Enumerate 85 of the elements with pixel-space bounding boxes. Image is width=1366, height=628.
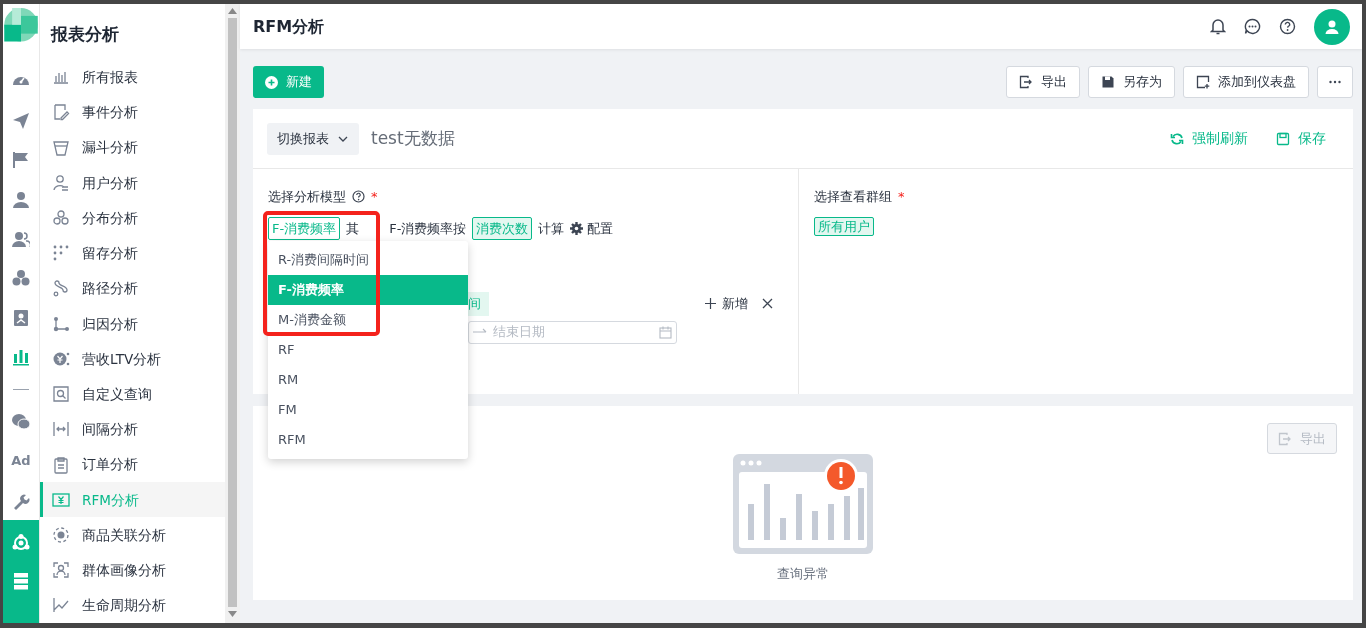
network-icon <box>52 525 70 544</box>
users-icon[interactable] <box>12 230 30 248</box>
save-icon <box>1101 75 1115 89</box>
sidebar-item[interactable]: 订单分析 <box>40 446 225 483</box>
arrows-icon <box>52 420 70 439</box>
field-label: 选择查看群组 <box>814 188 892 206</box>
sidebar-item[interactable]: 所有报表 <box>40 59 225 95</box>
dropdown-option[interactable]: RM <box>268 365 468 395</box>
wechat-icon[interactable] <box>12 412 30 431</box>
sidebar-item[interactable]: 路径分析 <box>40 270 225 307</box>
user-icon <box>52 173 70 192</box>
user-avatar[interactable] <box>1314 8 1350 45</box>
calendar-icon <box>659 325 672 339</box>
sidebar-item[interactable]: 商品关联分析 <box>40 517 225 553</box>
sidebar-item[interactable]: 用户分析 <box>40 165 225 201</box>
save-as-button[interactable]: 另存为 <box>1088 66 1175 98</box>
bar-chart-icon[interactable] <box>12 348 30 367</box>
sidebar-item[interactable]: 营收LTV分析 <box>40 341 225 377</box>
sidebar-item[interactable]: 分布分析 <box>40 200 225 236</box>
add-link[interactable]: 新增 <box>705 294 748 314</box>
sidebar-item[interactable]: 群体画像分析 <box>40 552 225 588</box>
required-mark: * <box>898 188 905 206</box>
flag-icon[interactable] <box>12 151 30 170</box>
path-icon <box>52 279 70 298</box>
circles-icon <box>52 209 70 227</box>
dropdown-option[interactable]: FM <box>268 395 468 425</box>
server-icon[interactable] <box>12 572 30 591</box>
funnel-icon <box>52 138 70 157</box>
edit-icon <box>52 103 70 122</box>
add-to-dashboard-button[interactable]: 添加到仪表盘 <box>1183 66 1309 98</box>
sidebar-item[interactable]: 漏斗分析 <box>40 129 225 166</box>
sidebar-item[interactable]: 归因分析 <box>40 306 225 342</box>
arrow-right-icon <box>473 328 487 336</box>
page-title: RFM分析 <box>253 15 325 38</box>
clipboard-icon <box>52 455 70 474</box>
search-icon <box>52 385 70 404</box>
bell-icon[interactable] <box>1210 18 1226 35</box>
sidebar-item[interactable]: 事件分析 <box>40 94 225 130</box>
report-name: test无数据 <box>371 126 455 150</box>
money-icon <box>52 490 70 509</box>
dropdown-option[interactable]: RFM <box>268 425 468 455</box>
ad-nav-label[interactable]: Ad <box>11 451 31 471</box>
dropdown-option[interactable]: M-消费金额 <box>268 305 468 335</box>
bookmark-icon[interactable] <box>12 308 30 327</box>
refresh-icon <box>1170 131 1184 146</box>
plus-icon <box>705 298 716 310</box>
dots-icon <box>52 244 70 263</box>
scan-user-icon <box>52 561 70 580</box>
cubes-icon[interactable] <box>12 269 30 288</box>
sidebar-item[interactable]: 生命周期分析 <box>40 587 225 623</box>
scrollbar-thumb[interactable] <box>228 18 237 607</box>
network-icon[interactable] <box>12 534 30 553</box>
scroll-down-icon[interactable] <box>228 611 237 617</box>
chat-icon[interactable] <box>1244 18 1261 35</box>
dropdown-option[interactable]: R-消费间隔时间 <box>268 245 468 275</box>
scroll-up-icon[interactable] <box>228 8 237 14</box>
required-mark: * <box>371 188 378 206</box>
sidebar-item[interactable]: 间隔分析 <box>40 411 225 447</box>
user-icon[interactable] <box>12 190 30 209</box>
sentence-text: F-消费频率按 <box>389 219 467 238</box>
empty-message: 查询异常 <box>777 565 829 583</box>
help-icon <box>352 190 365 204</box>
paper-plane-icon[interactable] <box>12 111 30 130</box>
gear-icon <box>570 221 584 235</box>
config-link[interactable]: 配置 <box>570 218 614 238</box>
line-chart-icon <box>52 596 70 615</box>
sidebar-title: 报表分析 <box>49 23 120 46</box>
help-icon[interactable] <box>1279 18 1296 35</box>
switch-report-dropdown[interactable]: 切换报表 <box>267 122 359 155</box>
export-icon <box>1019 75 1033 89</box>
logo-icon[interactable] <box>4 8 38 42</box>
export-button[interactable]: 导出 <box>1006 66 1080 98</box>
sidebar-item[interactable]: 自定义查询 <box>40 376 225 412</box>
field-label: 选择分析模型 <box>268 188 346 206</box>
sidebar-item[interactable]: 留存分析 <box>40 235 225 271</box>
plus-circle-icon <box>265 75 278 89</box>
nodes-icon <box>52 314 70 333</box>
export-icon <box>1278 431 1292 446</box>
sentence-text: 其 <box>346 219 360 238</box>
sentence-text: 计算 <box>538 219 565 238</box>
close-icon[interactable] <box>762 298 773 310</box>
date-range-field[interactable]: 结束日期 <box>468 320 677 344</box>
add-to-dashboard-icon <box>1196 75 1210 89</box>
save-icon <box>1276 131 1290 146</box>
dropdown-option[interactable]: RF <box>268 335 468 365</box>
